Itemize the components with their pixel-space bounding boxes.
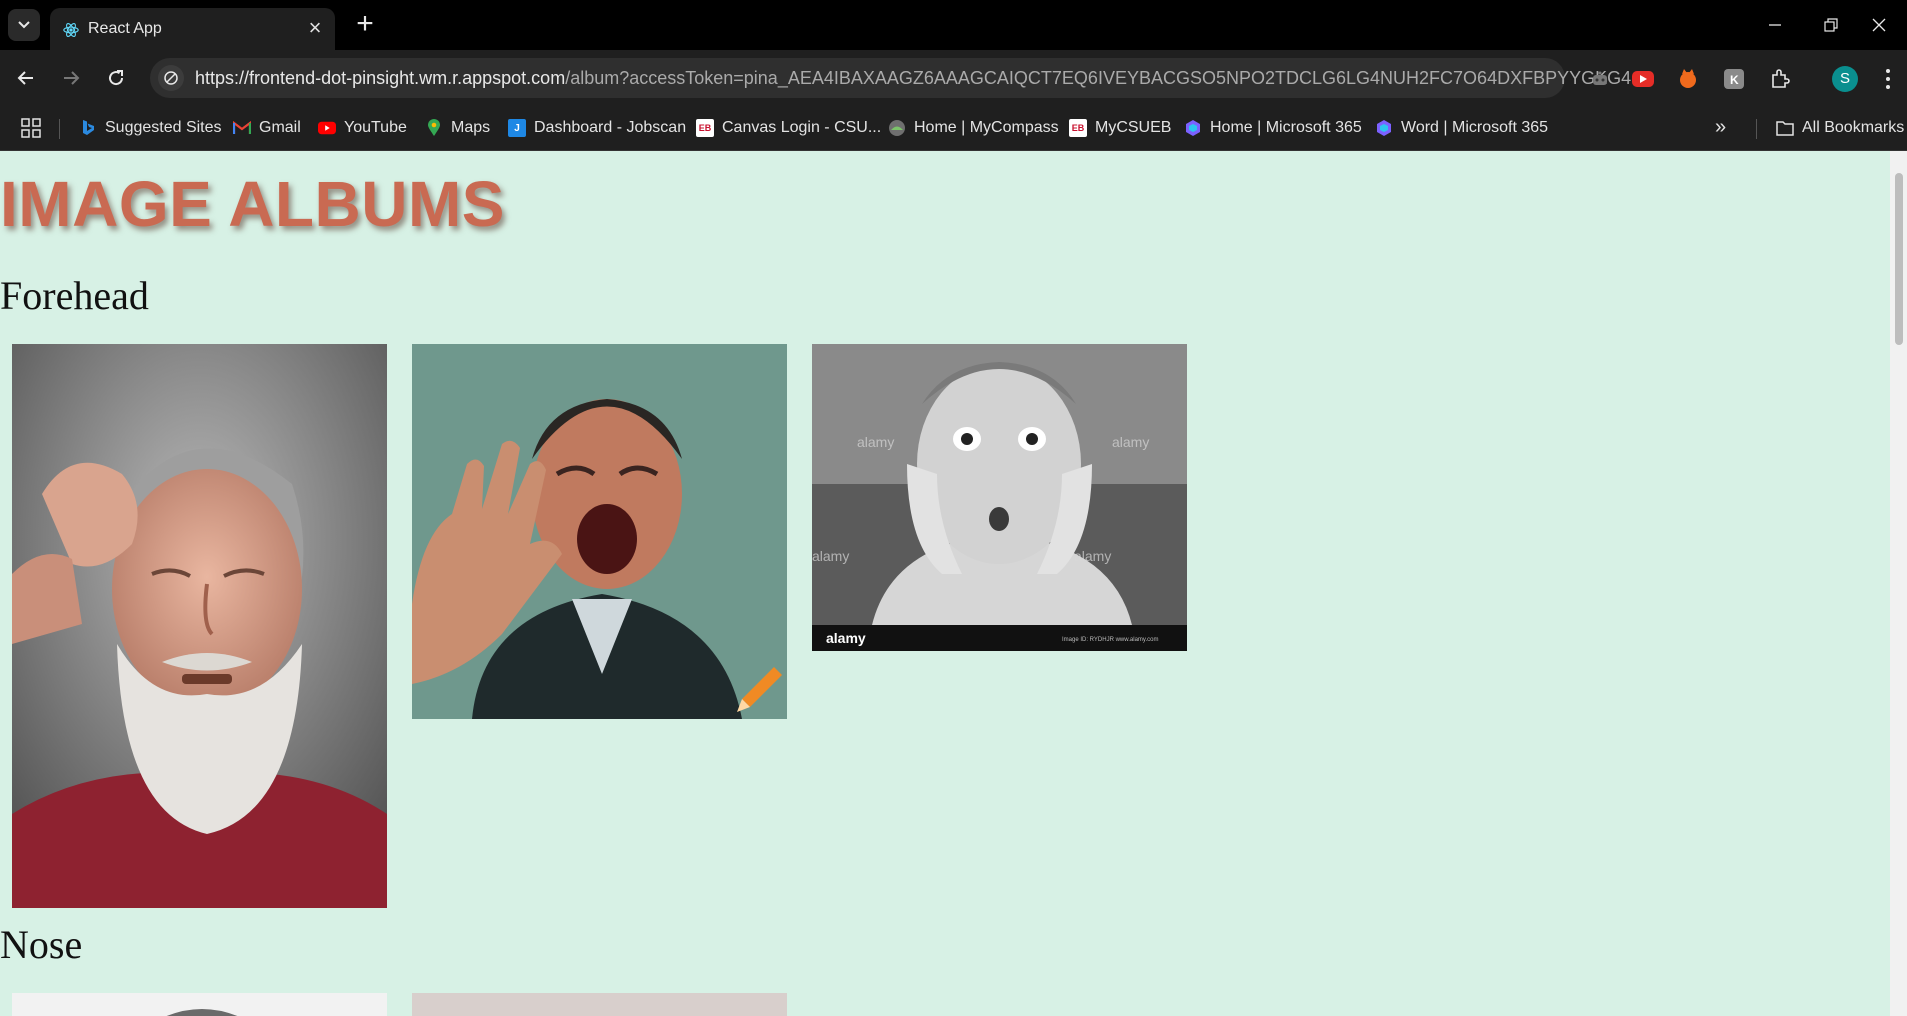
bing-icon bbox=[79, 119, 97, 137]
nose-photo-1 bbox=[166, 1009, 238, 1016]
all-bookmarks-button[interactable]: All Bookmarks bbox=[1776, 116, 1904, 140]
tab-title: React App bbox=[88, 20, 162, 37]
album-photo[interactable] bbox=[412, 344, 787, 719]
minimize-icon bbox=[1769, 24, 1781, 26]
react-icon bbox=[63, 23, 79, 37]
new-tab-button[interactable]: + bbox=[350, 9, 380, 40]
bookmark-jobscan[interactable]: J Dashboard - Jobscan bbox=[508, 116, 686, 140]
browser-toolbar: https://frontend-dot-pinsight.wm.r.appsp… bbox=[0, 50, 1907, 106]
album-title-forehead: Forehead bbox=[0, 273, 149, 318]
bookmark-divider bbox=[1756, 119, 1757, 139]
url-path: /album?accessToken=pina_AEA4IBAXAAGZ6AAA… bbox=[565, 68, 1647, 88]
jobscan-icon: J bbox=[508, 119, 526, 137]
close-window-button[interactable] bbox=[1851, 0, 1907, 50]
tune-icon bbox=[164, 71, 178, 85]
address-bar[interactable]: https://frontend-dot-pinsight.wm.r.appsp… bbox=[150, 58, 1646, 98]
page-title: IMAGE ALBUMS bbox=[0, 168, 505, 240]
minimize-button[interactable] bbox=[1747, 0, 1803, 50]
reload-button[interactable] bbox=[99, 61, 133, 95]
profile-avatar[interactable]: S bbox=[1832, 66, 1858, 92]
gmail-icon bbox=[233, 119, 251, 137]
watermark-text: alamy bbox=[1112, 434, 1149, 450]
restore-icon bbox=[1824, 18, 1838, 32]
m365-icon bbox=[1375, 119, 1393, 137]
browser-menu-button[interactable] bbox=[1880, 64, 1896, 94]
arrow-right-icon bbox=[64, 71, 80, 85]
youtube-icon bbox=[318, 119, 336, 137]
bookmark-label: Dashboard - Jobscan bbox=[534, 119, 687, 136]
maps-icon bbox=[425, 119, 443, 137]
bookmark-label: YouTube bbox=[344, 119, 407, 136]
album-photo[interactable] bbox=[412, 993, 787, 1016]
watermark-text: alamy bbox=[857, 434, 894, 450]
album-photo[interactable] bbox=[12, 344, 387, 908]
bookmark-label: MyCSUEB bbox=[1095, 119, 1172, 136]
bookmark-label: Word | Microsoft 365 bbox=[1401, 119, 1549, 136]
tab-strip: React App × + bbox=[0, 0, 1907, 50]
bookmark-maps[interactable]: Maps bbox=[425, 116, 490, 140]
album-title-nose: Nose bbox=[0, 922, 83, 967]
bookmark-microsoft-365-home[interactable]: Home | Microsoft 365 bbox=[1184, 116, 1362, 140]
active-tab[interactable]: React App × bbox=[50, 8, 335, 50]
bookmark-label: Maps bbox=[451, 119, 491, 136]
extension-cat-icon[interactable] bbox=[1675, 66, 1701, 92]
shouting-man-photo bbox=[412, 344, 787, 719]
extension-youtube-icon[interactable] bbox=[1630, 66, 1656, 92]
tab-search-button[interactable] bbox=[8, 9, 40, 41]
chevron-down-icon bbox=[18, 21, 30, 29]
close-tab-icon[interactable]: × bbox=[303, 17, 327, 41]
url-text: https://frontend-dot-pinsight.wm.r.appsp… bbox=[195, 68, 1646, 89]
bookmarks-bar: Suggested Sites Gmail YouTube Maps J Das… bbox=[0, 106, 1907, 151]
mycompass-icon bbox=[888, 119, 906, 137]
extension-robot-icon[interactable] bbox=[1587, 66, 1613, 92]
bookmark-youtube[interactable]: YouTube bbox=[318, 116, 407, 140]
watermark-brand: alamy bbox=[826, 630, 866, 646]
bookmark-label: Home | Microsoft 365 bbox=[1210, 119, 1362, 136]
page-content: IMAGE ALBUMS Forehead alamy alamy alamy … bbox=[0, 151, 1890, 1016]
bookmark-gmail[interactable]: Gmail bbox=[233, 116, 301, 140]
watermark-image-id: Image ID: RYDHJR www.alamy.com bbox=[1062, 637, 1158, 643]
scrollbar-thumb[interactable] bbox=[1895, 173, 1903, 345]
more-vert-icon bbox=[1886, 69, 1890, 89]
apps-grid-icon[interactable] bbox=[20, 117, 42, 139]
bookmark-label: Suggested Sites bbox=[105, 119, 222, 136]
bookmark-canvas-login[interactable]: EB Canvas Login - CSU... bbox=[696, 116, 881, 140]
eb-icon: EB bbox=[1069, 119, 1087, 137]
album-photo[interactable] bbox=[12, 993, 387, 1016]
back-button[interactable] bbox=[9, 61, 43, 95]
watermark-text: alamy bbox=[1074, 548, 1111, 564]
bookmark-label: Gmail bbox=[259, 119, 301, 136]
folder-icon bbox=[1776, 119, 1794, 137]
site-info-button[interactable] bbox=[158, 65, 184, 91]
bookmark-word-microsoft-365[interactable]: Word | Microsoft 365 bbox=[1375, 116, 1548, 140]
extension-k-icon[interactable]: K bbox=[1721, 66, 1747, 92]
eb-icon: EB bbox=[696, 119, 714, 137]
url-host: https://frontend-dot-pinsight.wm.r.appsp… bbox=[195, 68, 566, 88]
bookmark-label: Canvas Login - CSU... bbox=[722, 119, 882, 136]
bookmark-mycompass[interactable]: Home | MyCompass bbox=[888, 116, 1059, 140]
bookmark-suggested-sites[interactable]: Suggested Sites bbox=[79, 116, 222, 140]
close-icon bbox=[1872, 18, 1886, 32]
bearded-man-photo bbox=[12, 344, 387, 908]
bookmark-divider bbox=[59, 119, 60, 139]
bookmark-mycsueb[interactable]: EB MyCSUEB bbox=[1069, 116, 1171, 140]
extensions-puzzle-icon[interactable] bbox=[1767, 66, 1793, 92]
m365-icon bbox=[1184, 119, 1202, 137]
watermark-text: alamy bbox=[812, 548, 849, 564]
forward-button[interactable] bbox=[54, 61, 88, 95]
album-photo[interactable]: alamy alamy alamy alamy alamy Image ID: … bbox=[812, 344, 1187, 651]
bookmark-label: All Bookmarks bbox=[1802, 119, 1905, 136]
surprised-boy-photo: alamy alamy alamy alamy alamy Image ID: … bbox=[812, 344, 1187, 651]
page-scrollbar[interactable] bbox=[1890, 151, 1907, 1016]
reload-icon bbox=[109, 70, 124, 86]
bookmark-label: Home | MyCompass bbox=[914, 119, 1059, 136]
arrow-left-icon bbox=[17, 71, 33, 85]
svg-text:K: K bbox=[1730, 73, 1739, 87]
more-bookmarks-button[interactable]: » bbox=[1715, 116, 1726, 139]
